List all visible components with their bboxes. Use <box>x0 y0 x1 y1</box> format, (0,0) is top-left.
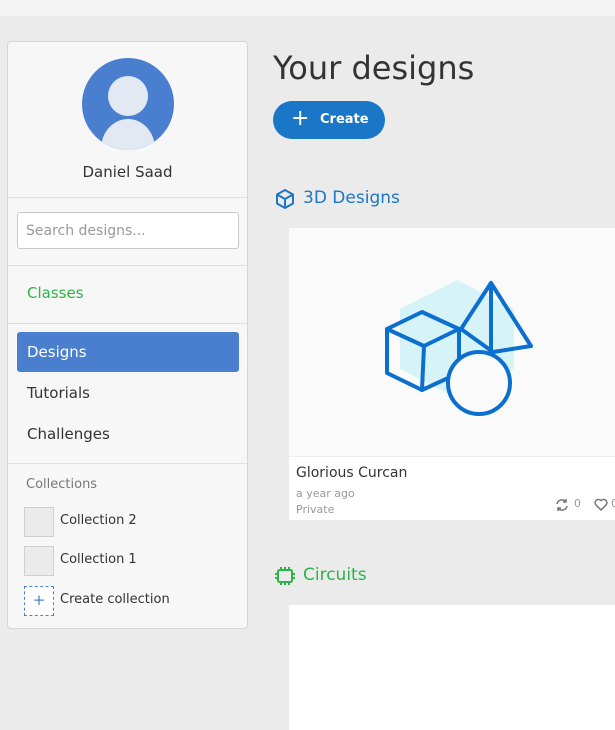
plus-icon: + <box>24 586 54 616</box>
divider <box>8 265 247 266</box>
sidebar-item-designs[interactable]: Designs <box>17 332 239 372</box>
design-thumbnail <box>289 228 615 456</box>
circuit-icon <box>275 567 295 585</box>
design-title[interactable]: Glorious Curcan <box>296 465 407 481</box>
avatar-body-shape <box>101 119 155 150</box>
section-title: Circuits <box>303 565 367 585</box>
page-title: Your designs <box>273 49 475 87</box>
divider <box>8 323 247 324</box>
sidebar-item-challenges[interactable]: Challenges <box>17 414 239 454</box>
design-card-meta: Glorious Curcan a year ago Private 0 0 <box>289 456 615 520</box>
design-preview-image <box>385 280 533 416</box>
create-button[interactable]: + Create <box>273 101 385 139</box>
avatar[interactable] <box>82 58 174 150</box>
top-bar <box>0 0 615 16</box>
design-visibility: Private <box>296 503 335 516</box>
user-name[interactable]: Daniel Saad <box>8 163 247 181</box>
design-date: a year ago <box>296 487 355 500</box>
section-title: 3D Designs <box>303 188 400 208</box>
search-input[interactable] <box>17 212 239 249</box>
create-collection-label: Create collection <box>60 592 170 607</box>
collection-thumbnail <box>24 546 54 576</box>
remix-icon <box>556 499 568 511</box>
remix-count: 0 <box>574 497 581 510</box>
like-count: 0 <box>611 497 615 510</box>
cube-icon <box>276 189 294 209</box>
collection-thumbnail <box>24 507 54 537</box>
avatar-head-shape <box>108 76 148 116</box>
create-button-label: Create <box>320 112 369 127</box>
collection-label: Collection 1 <box>60 552 137 567</box>
collections-title: Collections <box>26 477 98 492</box>
sidebar: Daniel Saad Classes Designs Tutorials Ch… <box>7 41 248 629</box>
divider <box>8 463 247 464</box>
sidebar-item-classes[interactable]: Classes <box>27 284 84 302</box>
heart-icon[interactable] <box>594 498 608 511</box>
plus-icon: + <box>291 106 310 131</box>
collection-label: Collection 2 <box>60 513 137 528</box>
sidebar-item-tutorials[interactable]: Tutorials <box>17 373 239 413</box>
divider <box>8 197 247 198</box>
circuit-card[interactable] <box>289 605 615 730</box>
design-card[interactable]: Glorious Curcan a year ago Private 0 0 <box>289 228 615 520</box>
